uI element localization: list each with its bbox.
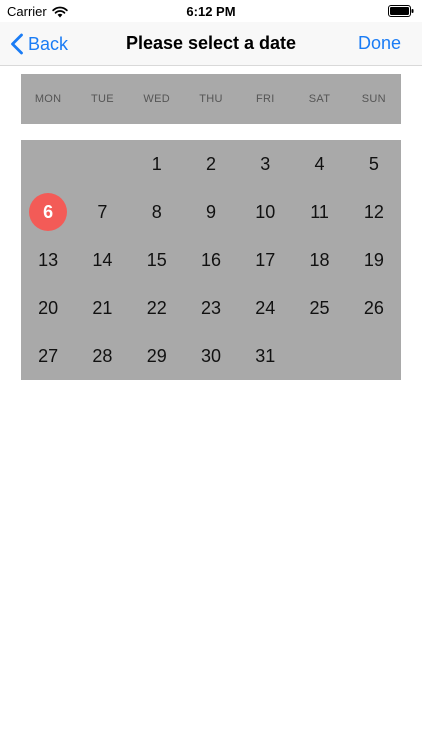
done-button[interactable]: Done	[358, 33, 401, 54]
day-cell-20[interactable]: 20	[21, 284, 75, 332]
day-number: 7	[97, 201, 108, 222]
day-cell-19[interactable]: 19	[347, 236, 401, 284]
day-number: 1	[151, 153, 162, 174]
day-number: 17	[255, 249, 276, 270]
day-number: 2	[205, 153, 216, 174]
weekday-mon: MON	[34, 93, 62, 105]
status-bar: Carrier 6:12 PM	[0, 0, 422, 22]
day-cell-28[interactable]: 28	[75, 332, 129, 380]
day-cell-27[interactable]: 27	[21, 332, 75, 380]
day-cell-6[interactable]: 6	[21, 188, 75, 236]
day-number: 29	[146, 345, 167, 366]
calendar-grid: 1 2 3 4 5 6 7 8 9 10 11 12 13 14 15 16 17 18 19 20 21 22 23 24 2…	[21, 140, 401, 380]
day-cell-22[interactable]: 22	[130, 284, 184, 332]
day-cell-10[interactable]: 10	[238, 188, 292, 236]
day-cell-2[interactable]: 2	[184, 140, 238, 188]
navigation-bar: Back Please select a date Done	[0, 22, 422, 66]
day-number: 15	[146, 249, 167, 270]
day-number: 13	[38, 249, 59, 270]
weekday-header: MON TUE WED THU FRI SAT SUN	[21, 74, 401, 124]
day-number: 22	[146, 297, 167, 318]
day-number: 31	[255, 345, 276, 366]
day-cell-1[interactable]: 1	[130, 140, 184, 188]
day-cell-13[interactable]: 13	[21, 236, 75, 284]
day-number: 6	[29, 193, 68, 231]
day-cell-9[interactable]: 9	[184, 188, 238, 236]
day-number: 30	[200, 345, 221, 366]
day-number: 9	[205, 201, 216, 222]
day-cell-29[interactable]: 29	[130, 332, 184, 380]
day-cell-15[interactable]: 15	[130, 236, 184, 284]
day-cell-empty	[75, 140, 129, 188]
day-cell-31[interactable]: 31	[238, 332, 292, 380]
weekday-fri: FRI	[255, 93, 275, 105]
day-number: 5	[368, 153, 379, 174]
day-cell-4[interactable]: 4	[292, 140, 346, 188]
day-number: 10	[255, 201, 276, 222]
day-number: 12	[363, 201, 384, 222]
day-number: 24	[255, 297, 276, 318]
day-cell-23[interactable]: 23	[184, 284, 238, 332]
day-cell-11[interactable]: 11	[292, 188, 346, 236]
day-cell-18[interactable]: 18	[292, 236, 346, 284]
day-cell-14[interactable]: 14	[75, 236, 129, 284]
day-number: 16	[200, 249, 221, 270]
day-number: 8	[151, 201, 162, 222]
day-cell-16[interactable]: 16	[184, 236, 238, 284]
weekday-sun: SUN	[361, 93, 386, 105]
day-cell-5[interactable]: 5	[347, 140, 401, 188]
day-number: 18	[309, 249, 330, 270]
day-number: 28	[92, 345, 113, 366]
day-number: 3	[260, 153, 271, 174]
weekday-sat: SAT	[308, 93, 331, 105]
weekday-tue: TUE	[90, 93, 114, 105]
day-number: 26	[363, 297, 384, 318]
day-number: 19	[363, 249, 384, 270]
day-cell-empty	[292, 332, 346, 380]
battery-icon	[388, 5, 414, 17]
day-number: 14	[92, 249, 113, 270]
day-number: 20	[38, 297, 59, 318]
day-cell-8[interactable]: 8	[130, 188, 184, 236]
weekday-thu: THU	[199, 93, 223, 105]
day-cell-empty	[347, 332, 401, 380]
day-cell-30[interactable]: 30	[184, 332, 238, 380]
day-number: 25	[309, 297, 330, 318]
day-cell-3[interactable]: 3	[238, 140, 292, 188]
day-cell-21[interactable]: 21	[75, 284, 129, 332]
day-cell-7[interactable]: 7	[75, 188, 129, 236]
day-cell-24[interactable]: 24	[238, 284, 292, 332]
day-number: 11	[310, 201, 329, 222]
weekday-wed: WED	[143, 93, 170, 105]
day-cell-17[interactable]: 17	[238, 236, 292, 284]
day-number: 23	[200, 297, 221, 318]
day-number: 21	[92, 297, 113, 318]
day-number: 27	[38, 345, 59, 366]
day-cell-empty	[21, 140, 75, 188]
status-time: 6:12 PM	[186, 4, 236, 19]
day-cell-26[interactable]: 26	[347, 284, 401, 332]
day-number: 4	[314, 153, 325, 174]
day-cell-12[interactable]: 12	[347, 188, 401, 236]
day-cell-25[interactable]: 25	[292, 284, 346, 332]
